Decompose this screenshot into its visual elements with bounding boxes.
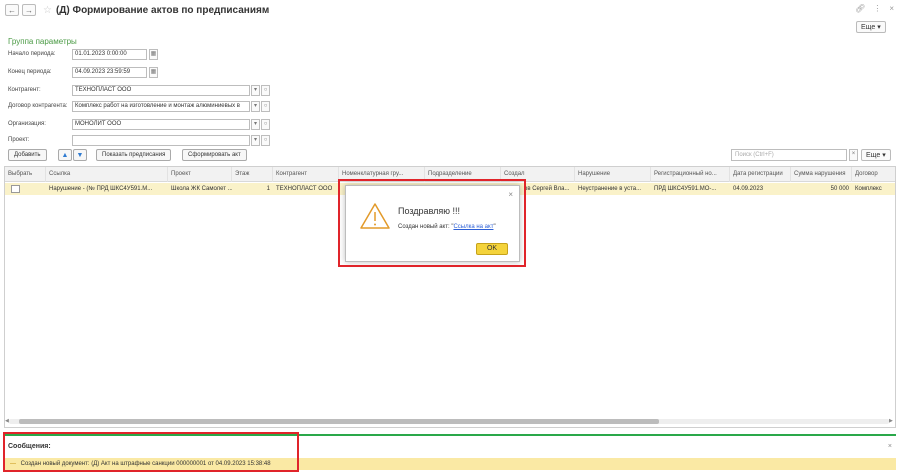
dropdown-icon[interactable]: ▾ bbox=[251, 101, 260, 112]
organization-label: Организация: bbox=[8, 121, 46, 127]
column-header[interactable]: Этаж bbox=[232, 167, 273, 182]
scrollbar-thumb[interactable] bbox=[19, 419, 659, 424]
arrow-up-icon: ▲ bbox=[61, 151, 69, 159]
column-header[interactable]: Нарушение bbox=[575, 167, 651, 182]
column-header[interactable]: Дата регистрации bbox=[730, 167, 791, 182]
column-header[interactable]: Выбрать bbox=[5, 167, 46, 182]
page-title: (Д) Формирование актов по предписаниям bbox=[55, 4, 270, 16]
title-bar: ← → ☆ (Д) Формирование актов по предписа… bbox=[0, 0, 900, 20]
annotation-frame-messages bbox=[3, 432, 299, 472]
period-start-label: Начало периода: bbox=[8, 51, 56, 57]
counterparty-label: Контрагент: bbox=[8, 87, 41, 93]
open-link-icon[interactable]: ○ bbox=[261, 119, 270, 130]
column-header[interactable]: Договор bbox=[852, 167, 895, 182]
calendar-icon[interactable]: ▦ bbox=[149, 49, 158, 60]
params-group-title: Группа параметры bbox=[8, 37, 77, 46]
forward-button[interactable]: → bbox=[22, 4, 36, 16]
column-header[interactable]: Регистрационный но... bbox=[651, 167, 730, 182]
arrow-right-icon: → bbox=[25, 5, 33, 15]
add-button[interactable]: Добавить bbox=[8, 149, 47, 161]
table-more-label: Еще bbox=[866, 151, 881, 159]
period-end-input[interactable]: 04.09.2023 23:59:59 bbox=[72, 67, 147, 78]
select-checkbox[interactable] bbox=[11, 185, 20, 193]
cell-link[interactable]: Нарушение - (№ ПРД ШКС4У591.М... bbox=[46, 183, 168, 195]
clear-search-icon[interactable]: × bbox=[849, 149, 858, 161]
cell-reg-number: ПРД ШКС4У591.МО-... bbox=[654, 186, 717, 192]
dropdown-icon[interactable]: ▾ bbox=[251, 85, 260, 96]
cell-floor: 1 bbox=[266, 186, 270, 192]
chevron-down-icon: ▾ bbox=[877, 24, 881, 31]
close-icon[interactable]: × bbox=[888, 443, 892, 450]
move-down-button[interactable]: ▼ bbox=[73, 149, 87, 161]
period-end-label: Конец периода: bbox=[8, 69, 52, 75]
column-header[interactable]: Сумма нарушения bbox=[791, 167, 852, 182]
column-header[interactable]: Проект bbox=[168, 167, 232, 182]
move-up-button[interactable]: ▲ bbox=[58, 149, 72, 161]
cell-contract: Комплекс bbox=[855, 186, 882, 192]
dropdown-icon[interactable]: ▾ bbox=[251, 135, 260, 146]
contract-input[interactable]: Комплекс работ на изготовление и монтаж … bbox=[72, 101, 250, 112]
header-more-label: Еще bbox=[861, 23, 876, 31]
window-controls: 🔗︎ ⋮ × bbox=[855, 4, 894, 13]
more-vertical-icon[interactable]: ⋮ bbox=[873, 4, 881, 13]
dropdown-icon[interactable]: ▾ bbox=[251, 119, 260, 130]
open-link-icon[interactable]: ○ bbox=[261, 101, 270, 112]
counterparty-input[interactable]: ТЕХНОПЛАСТ ООО bbox=[72, 85, 250, 96]
column-header[interactable]: Ссылка bbox=[46, 167, 168, 182]
back-button[interactable]: ← bbox=[5, 4, 19, 16]
star-icon[interactable]: ☆ bbox=[43, 5, 52, 16]
show-prescriptions-button[interactable]: Показать предписания bbox=[96, 149, 172, 161]
contract-label: Договор контрагента: bbox=[8, 103, 68, 109]
search-input[interactable]: Поиск (Ctrl+F) bbox=[731, 149, 847, 161]
arrow-left-icon: ← bbox=[8, 5, 16, 15]
table-more-button[interactable]: Еще ▾ bbox=[861, 149, 891, 161]
cell-amount: 50 000 bbox=[830, 186, 849, 192]
cell-creator: ов Сергей Вла... bbox=[524, 186, 570, 192]
calendar-icon[interactable]: ▦ bbox=[149, 67, 158, 78]
cell-reg-date: 04.09.2023 bbox=[733, 186, 764, 192]
open-link-icon[interactable]: ○ bbox=[261, 85, 270, 96]
cell-counterparty: ТЕХНОПЛАСТ ООО bbox=[276, 186, 333, 192]
annotation-frame-dialog bbox=[338, 179, 526, 267]
header-more-button[interactable]: Еще ▾ bbox=[856, 21, 886, 33]
project-input[interactable] bbox=[72, 135, 250, 146]
cell-project: Школа ЖК Самолет ... bbox=[171, 186, 232, 192]
chevron-down-icon: ▾ bbox=[882, 152, 886, 159]
open-link-icon[interactable]: ○ bbox=[261, 135, 270, 146]
column-header[interactable]: Контрагент bbox=[273, 167, 339, 182]
cell-violation: Неустранение в уста... bbox=[578, 186, 642, 192]
arrow-down-icon: ▼ bbox=[76, 151, 84, 159]
form-act-button[interactable]: Сформировать акт bbox=[182, 149, 247, 161]
close-icon[interactable]: × bbox=[889, 4, 894, 13]
scroll-right-icon[interactable]: ▶ bbox=[889, 418, 893, 424]
link-icon[interactable]: 🔗︎ bbox=[855, 4, 865, 13]
project-label: Проект: bbox=[8, 137, 30, 143]
period-start-input[interactable]: 01.01.2023 0:00:00 bbox=[72, 49, 147, 60]
organization-input[interactable]: МОНОЛИТ ООО bbox=[72, 119, 250, 130]
horizontal-scrollbar[interactable] bbox=[9, 419, 889, 424]
